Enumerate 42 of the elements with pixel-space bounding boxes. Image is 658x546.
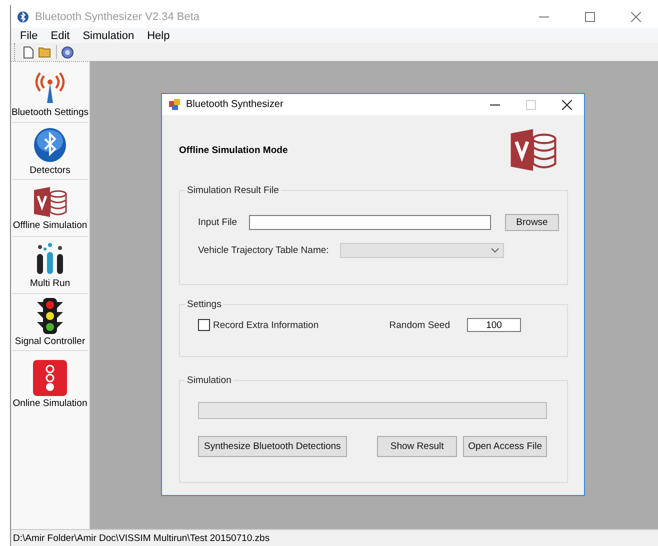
sidebar-item[interactable]: Online Simulation: [12, 351, 88, 417]
signal-lights-icon: [33, 360, 67, 396]
sidebar-item[interactable]: Detectors: [12, 123, 88, 180]
database-icon: [32, 186, 68, 218]
close-icon[interactable]: [562, 100, 572, 110]
random-seed-field[interactable]: 100: [467, 318, 521, 332]
sidebar-item[interactable]: Signal Controller: [12, 294, 88, 351]
maximize-icon: [526, 100, 536, 110]
menu-item[interactable]: Help: [147, 30, 170, 42]
random-seed-label: Random Seed: [389, 320, 450, 330]
app-icon: [169, 98, 181, 110]
app-icon: [17, 10, 29, 22]
group-title: Simulation Result File: [186, 185, 280, 196]
traffic-light-icon: [37, 298, 63, 334]
globe-icon[interactable]: [61, 46, 74, 58]
sidebar-item[interactable]: Bluetooth Settings: [12, 66, 88, 123]
database-icon: [508, 127, 558, 173]
dialog-title: Bluetooth Synthesizer: [186, 99, 284, 110]
group-title: Simulation: [186, 375, 232, 386]
chevron-icon: [490, 248, 499, 253]
mode-heading: Offline Simulation Mode: [179, 144, 288, 156]
checkbox[interactable]: [198, 319, 210, 331]
input-file-field[interactable]: [249, 215, 492, 230]
synthesize-button[interactable]: Synthesize Bluetooth Detections: [198, 436, 347, 457]
browse-button[interactable]: Browse: [505, 214, 559, 231]
menu-item[interactable]: File: [20, 30, 38, 42]
maximize-icon[interactable]: [585, 12, 595, 22]
antenna-icon: [33, 70, 67, 104]
table-name-label: Vehicle Trajectory Table Name:: [198, 245, 329, 256]
record-extra-label: Record Extra Information: [213, 320, 319, 330]
open-access-button[interactable]: Open Access File: [463, 436, 547, 457]
group-title: Settings: [186, 299, 222, 310]
input-file-label: Input File: [198, 217, 238, 228]
menu-item[interactable]: Edit: [50, 30, 70, 42]
window-title: Bluetooth Synthesizer V2.34 Beta: [35, 10, 200, 22]
new-file-icon[interactable]: [23, 46, 34, 58]
sidebar-item[interactable]: Multi Run: [12, 237, 88, 294]
show-result-button[interactable]: Show Result: [377, 436, 458, 457]
folder-icon[interactable]: [38, 46, 52, 58]
sidebar-item[interactable]: Offline Simulation: [12, 180, 88, 237]
bluetooth-icon: [33, 126, 67, 162]
menu-item[interactable]: Simulation: [82, 30, 134, 42]
